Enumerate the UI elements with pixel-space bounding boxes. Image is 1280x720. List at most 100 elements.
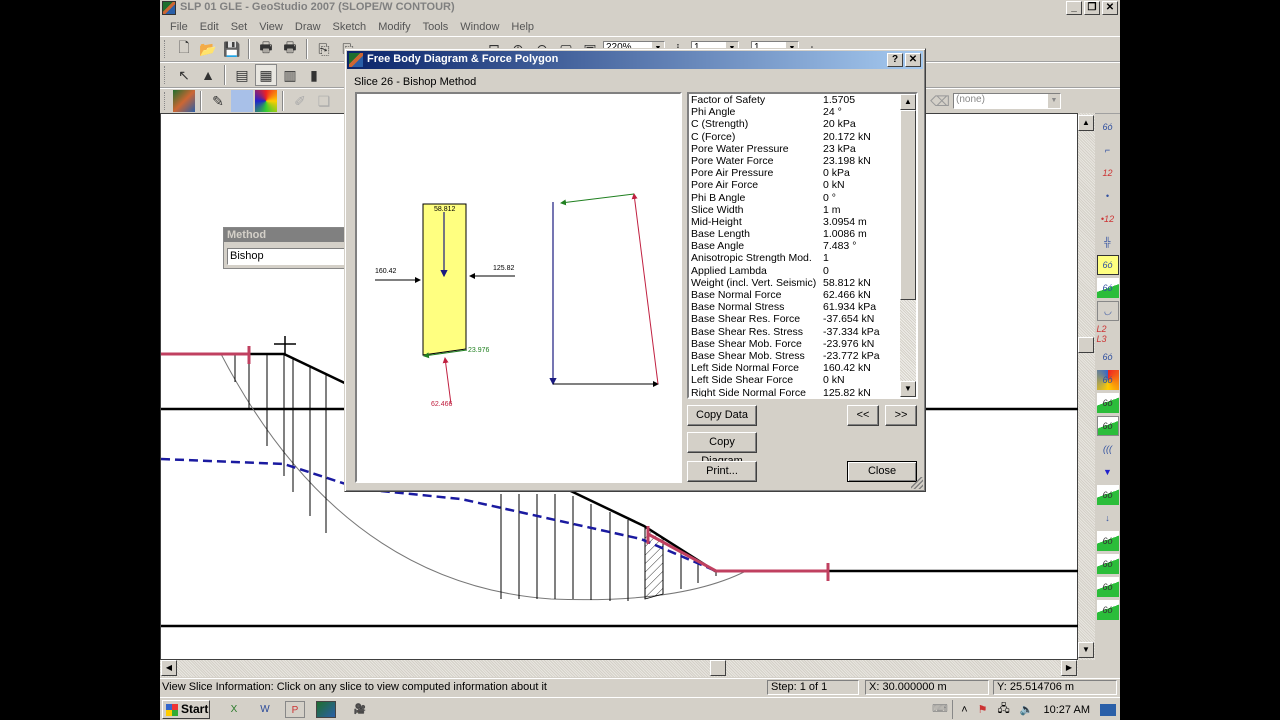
copy-icon[interactable]: ⎘ <box>313 38 335 60</box>
method-select[interactable]: Bishop <box>227 248 349 265</box>
menu-window[interactable]: Window <box>454 21 505 33</box>
copy-data-button[interactable]: Copy Data <box>687 405 757 426</box>
view-report-icon[interactable]: ▥ <box>279 64 301 86</box>
vertical-scrollbar[interactable]: ▲ ▼ <box>1078 113 1095 660</box>
restore-button[interactable]: ❐ <box>1084 1 1100 15</box>
property-row[interactable]: Weight (incl. Vert. Seismic) 58.812 kN <box>691 277 901 289</box>
scroll-up-button[interactable]: ▲ <box>1078 115 1094 131</box>
slope-geometry-icon[interactable]: 6ó <box>1096 577 1119 597</box>
contour-map-icon[interactable] <box>231 90 253 112</box>
property-row[interactable]: Left Side Normal Force 160.42 kN <box>691 362 901 374</box>
open-folder-icon[interactable]: 📂 <box>197 38 219 60</box>
property-row[interactable]: C (Strength) 20 kPa <box>691 118 901 130</box>
reinforcement-icon[interactable]: 6ó <box>1096 485 1119 505</box>
dialog-close-action-button[interactable]: Close <box>847 461 917 482</box>
keyboard-icon[interactable]: ⌨ <box>932 702 948 715</box>
eraser-icon[interactable]: ⌫ <box>929 90 951 112</box>
slip-mass-selected-icon[interactable]: 6ó <box>1096 416 1119 436</box>
menu-set[interactable]: Set <box>225 21 254 33</box>
menu-file[interactable]: File <box>164 21 194 33</box>
property-row[interactable]: Pore Air Pressure 0 kPa <box>691 167 901 179</box>
menu-draw[interactable]: Draw <box>289 21 327 33</box>
property-row[interactable]: Base Angle 7.483 ° <box>691 240 901 252</box>
slice-properties-list[interactable]: Factor of Safety 1.5705 Phi Angle 24 ° C (St… <box>687 92 918 399</box>
dialog-titlebar[interactable]: Free Body Diagram & Force Polygon ? ✕ <box>347 51 923 69</box>
property-row[interactable]: Pore Water Force 23.198 kN <box>691 155 901 167</box>
properties-scrollbar[interactable]: ▲ ▼ <box>900 94 916 397</box>
show-desktop-icon[interactable] <box>1100 703 1116 716</box>
view-properties-icon[interactable]: ▤ <box>231 64 253 86</box>
property-row[interactable]: Pore Air Force 0 kN <box>691 179 901 191</box>
draw-regions-icon[interactable]: ⌐ <box>1097 140 1119 160</box>
pile-icon[interactable]: 6ó <box>1096 600 1119 620</box>
property-row[interactable]: Base Shear Mob. Stress -23.772 kPa <box>691 350 901 362</box>
print-icon[interactable]: 🖶 <box>255 38 277 60</box>
save-icon[interactable]: 💾 <box>221 38 243 60</box>
menu-sketch[interactable]: Sketch <box>327 21 373 33</box>
menu-modify[interactable]: Modify <box>372 21 416 33</box>
clock[interactable]: 10:27 AM <box>1044 704 1090 716</box>
property-row[interactable]: Mid-Height 3.0954 m <box>691 216 901 228</box>
next-slice-button[interactable]: >> <box>885 405 917 426</box>
show-hidden-icons-icon[interactable]: ˄ <box>961 704 967 716</box>
property-row[interactable]: Base Shear Mob. Force -23.976 kN <box>691 338 901 350</box>
slip-entry-exit-icon[interactable]: L2 L3 <box>1097 324 1119 344</box>
camera-icon[interactable]: 🎥 <box>350 701 370 718</box>
select-region-icon[interactable]: ▲ <box>197 64 219 86</box>
pressure-line-icon[interactable]: 6ó <box>1096 554 1119 574</box>
color-contour-icon[interactable] <box>255 90 277 112</box>
menu-edit[interactable]: Edit <box>194 21 225 33</box>
property-row[interactable]: Factor of Safety 1.5705 <box>691 94 901 106</box>
properties-scroll-down[interactable]: ▼ <box>900 381 916 397</box>
edit-icon[interactable]: ✐ <box>289 90 311 112</box>
view-slice-info-icon[interactable]: ▦ <box>255 64 277 86</box>
toolbar-grip[interactable] <box>164 92 167 110</box>
dialog-close-button[interactable]: ✕ <box>905 53 921 67</box>
scroll-right-button[interactable]: ▶ <box>1061 660 1077 676</box>
property-row[interactable]: Phi B Angle 0 ° <box>691 192 901 204</box>
horizontal-scroll-thumb[interactable] <box>710 660 726 676</box>
points-icon[interactable]: • <box>1097 186 1119 206</box>
mesh-icon[interactable]: ╬ <box>1097 232 1119 252</box>
network-icon[interactable]: 🖧 <box>998 700 1010 719</box>
menu-view[interactable]: View <box>253 21 289 33</box>
point-numbers-icon[interactable]: •12 <box>1097 209 1119 229</box>
slip-surface-icon[interactable]: ◡ <box>1096 301 1119 321</box>
toolbar-grip[interactable] <box>164 66 167 84</box>
property-row[interactable]: Base Normal Stress 61.934 kPa <box>691 301 901 313</box>
surcharge-load-icon[interactable]: 6ó <box>1096 531 1119 551</box>
vertical-scroll-thumb[interactable] <box>1078 337 1094 353</box>
property-row[interactable]: Anisotropic Strength Mod. 1 <box>691 252 901 264</box>
property-row[interactable]: Applied Lambda 0 <box>691 265 901 277</box>
view-film-icon[interactable]: ▮ <box>303 64 325 86</box>
property-row[interactable]: Base Shear Res. Stress -37.334 kPa <box>691 326 901 338</box>
close-button[interactable]: ✕ <box>1102 1 1118 15</box>
slip-grid-icon[interactable]: 6ó <box>1097 347 1119 367</box>
slope-material-icon[interactable]: 6ó <box>1096 278 1119 298</box>
horizontal-scrollbar[interactable]: ◀ ▶ <box>160 660 1078 677</box>
scroll-left-button[interactable]: ◀ <box>161 660 177 676</box>
copy-diagram-button[interactable]: Copy Diagram <box>687 432 757 467</box>
scroll-down-button[interactable]: ▼ <box>1078 642 1094 658</box>
slip-contour-icon[interactable]: 6ó <box>1096 370 1119 390</box>
powerpoint-icon[interactable]: P <box>285 701 305 718</box>
word-icon[interactable]: W <box>255 701 275 718</box>
new-file-icon[interactable]: 🗋 <box>173 38 195 60</box>
property-row[interactable]: Pore Water Pressure 23 kPa <box>691 143 901 155</box>
geostudio-icon[interactable] <box>173 90 195 112</box>
property-row[interactable]: Base Shear Res. Force -37.654 kN <box>691 313 901 325</box>
property-row[interactable]: Left Side Shear Force 0 kN <box>691 374 901 386</box>
select-pointer-icon[interactable]: ↖ <box>173 64 195 86</box>
print-button[interactable]: Print... <box>687 461 757 482</box>
menu-tools[interactable]: Tools <box>417 21 455 33</box>
tension-crack-icon[interactable]: ((( <box>1097 439 1119 459</box>
slip-mass-icon[interactable]: 6ó <box>1096 393 1119 413</box>
layer-select[interactable]: (none) ▼ <box>953 93 1061 109</box>
property-row[interactable]: Base Length 1.0086 m <box>691 228 901 240</box>
toolbar-grip[interactable] <box>164 40 167 58</box>
property-row[interactable]: Base Normal Force 62.466 kN <box>691 289 901 301</box>
excel-icon[interactable]: X <box>224 701 244 718</box>
pore-water-icon[interactable]: ▼ <box>1097 462 1119 482</box>
property-row[interactable]: Right Side Normal Force 125.82 kN <box>691 387 901 398</box>
volume-icon[interactable]: 🔈 <box>1020 703 1034 716</box>
